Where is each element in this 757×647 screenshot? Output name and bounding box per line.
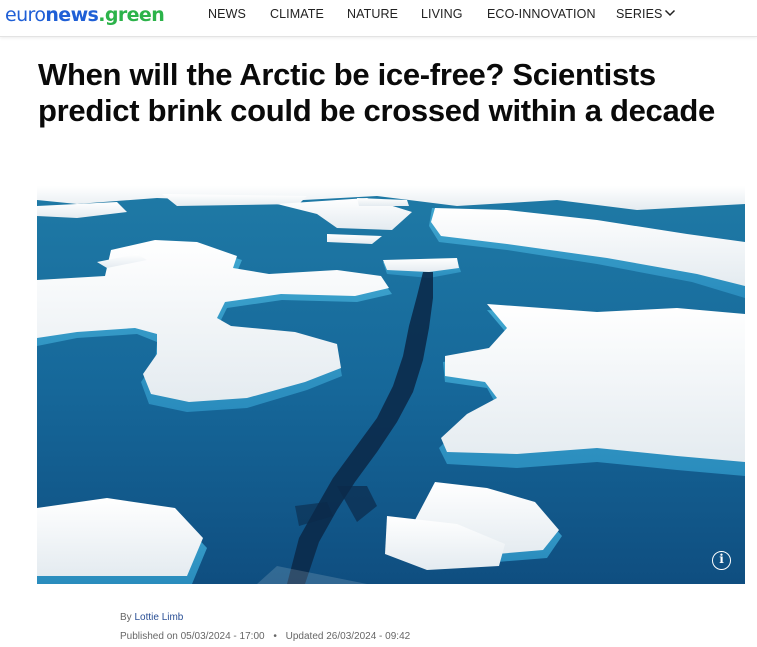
nav-item-climate[interactable]: CLIMATE [270,7,324,21]
nav-item-living[interactable]: LIVING [421,7,463,21]
updated-date: Updated 26/03/2024 - 09:42 [285,631,411,642]
logo-part-euro: euro [5,4,46,26]
chevron-down-icon[interactable] [664,8,676,18]
top-navbar: euronews.green NEWS CLIMATE NATURE LIVIN… [0,0,757,37]
image-info-icon[interactable]: i [712,551,731,570]
date-separator: • [273,631,277,642]
published-date: Published on 05/03/2024 - 17:00 [120,631,265,642]
logo-part-news: news [45,4,99,26]
sea-ice-image [37,186,745,584]
logo-part-green: .green [98,4,165,26]
site-logo[interactable]: euronews.green [5,4,165,26]
nav-item-news[interactable]: NEWS [208,7,246,21]
author-link[interactable]: Lottie Limb [134,612,183,623]
article-hero-image [37,186,745,584]
byline-prefix: By [120,612,132,623]
article-byline: By Lottie Limb [120,612,183,623]
nav-item-series[interactable]: SERIES [616,7,662,21]
nav-item-eco-innovation[interactable]: ECO-INNOVATION [487,7,596,21]
nav-item-nature[interactable]: NATURE [347,7,398,21]
article-dates: Published on 05/03/2024 - 17:00 • Update… [120,631,410,642]
article-title: When will the Arctic be ice-free? Scient… [38,57,715,128]
